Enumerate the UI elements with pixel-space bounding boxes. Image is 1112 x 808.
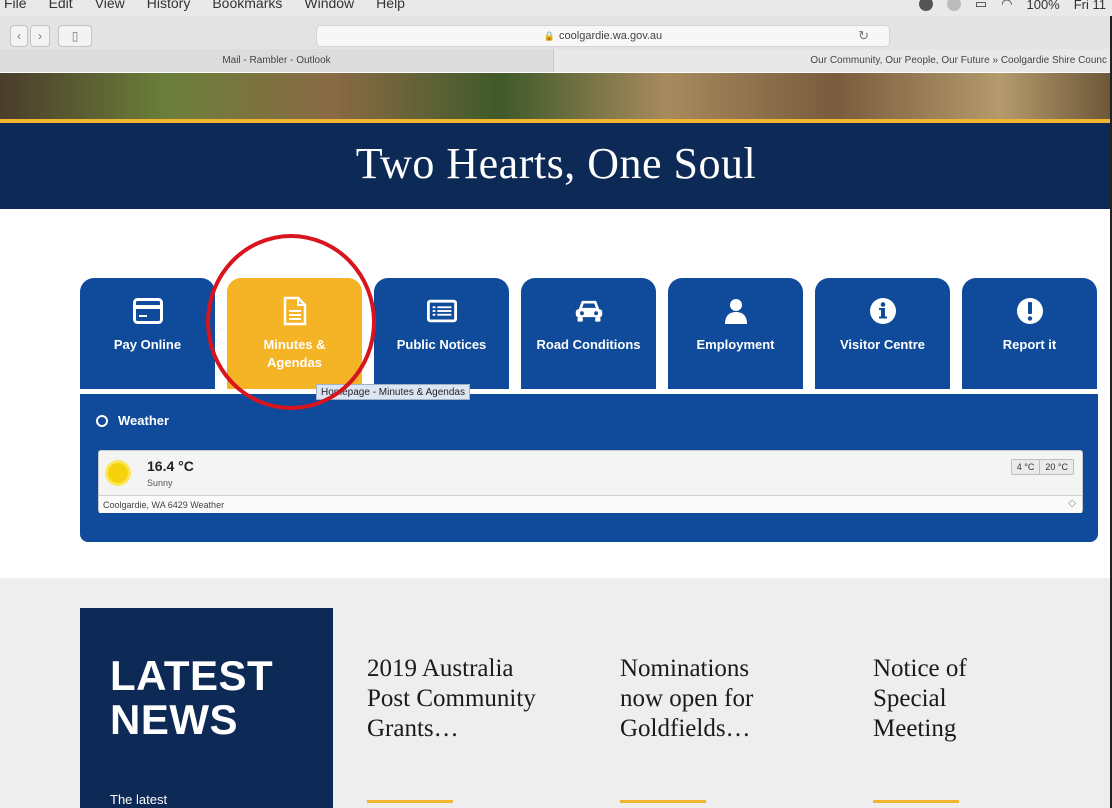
article-underline (367, 800, 453, 803)
weather-footer[interactable]: Coolgardie, WA 6429 Weather ◇ (99, 495, 1082, 513)
temperature-low: 4 °C (1011, 460, 1040, 474)
quick-link-label: Report it (1002, 337, 1057, 352)
news-article-title[interactable]: Nominations now open for Goldfields… (620, 654, 795, 744)
quick-link-road-conditions[interactable]: Road Conditions (521, 278, 656, 389)
address-bar[interactable]: 🔒 coolgardie.wa.gov.au ↻ (316, 25, 890, 47)
latest-news-panel: LATEST NEWS The latest (80, 608, 333, 808)
weather-location: Coolgardie, WA 6429 Weather (103, 499, 225, 510)
menu-edit[interactable]: Edit (49, 0, 73, 11)
menu-history[interactable]: History (147, 0, 191, 11)
menu-help[interactable]: Help (376, 0, 405, 11)
page-tagline: Two Hearts, One Soul (355, 138, 757, 188)
weather-condition: Sunny (147, 478, 173, 488)
forward-button[interactable]: › (30, 25, 50, 47)
menu-bookmarks[interactable]: Bookmarks (212, 0, 282, 11)
exclamation-icon (1015, 296, 1045, 326)
wifi-icon[interactable]: ◠ (1001, 0, 1012, 12)
tagline-banner: Two Hearts, One Soul (0, 123, 1112, 209)
credit-card-icon (132, 296, 163, 326)
tab-coolgardie[interactable]: Our Community, Our People, Our Future » … (554, 49, 1112, 72)
weather-temperature: 16.4 °C (147, 458, 194, 474)
quick-link-public-notices[interactable]: Public Notices (374, 278, 509, 389)
mac-menu-bar: File Edit View History Bookmarks Window … (0, 0, 1112, 16)
article-underline (873, 800, 959, 803)
lock-icon: 🔒 (543, 30, 556, 41)
quick-link-label: Visitor Centre (839, 337, 925, 352)
news-article[interactable]: Notice of Special Meeting (873, 654, 1083, 803)
chevron-left-icon: ‹ (17, 29, 21, 43)
quick-link-label: Public Notices (396, 337, 487, 352)
heading-line: NEWS (110, 696, 238, 743)
weather-widget: Weather 16.4 °C Sunny 4 °C 20 °C Coolgar… (80, 394, 1098, 542)
info-icon (868, 296, 898, 326)
weather-heading: Weather (118, 413, 170, 428)
menu-view[interactable]: View (95, 0, 125, 11)
sidebar-toggle-button[interactable]: ▯ (58, 25, 92, 47)
article-underline (620, 800, 706, 803)
highlight-circle (206, 234, 376, 410)
airplay-icon[interactable]: ▭ (975, 0, 987, 12)
weather-ring-icon (96, 414, 108, 427)
weather-card[interactable]: 16.4 °C Sunny 4 °C 20 °C Coolgardie, WA … (98, 450, 1083, 513)
quick-link-visitor-centre[interactable]: Visitor Centre (815, 278, 950, 389)
location-pin-icon: ◇ (1068, 498, 1076, 509)
quick-link-label: Pay Online (113, 337, 182, 352)
weather-header: Weather (96, 413, 169, 428)
news-article-title[interactable]: 2019 Australia Post Community Grants… (367, 654, 557, 744)
news-article[interactable]: 2019 Australia Post Community Grants… (367, 654, 577, 803)
quick-link-report-it[interactable]: Report it (962, 278, 1097, 389)
news-article[interactable]: Nominations now open for Goldfields… (620, 654, 830, 803)
temperature-high: 20 °C (1039, 460, 1073, 474)
car-icon (574, 296, 604, 326)
status-icon[interactable] (918, 0, 933, 11)
heading-line: LATEST (110, 652, 274, 699)
back-button[interactable]: ‹ (10, 25, 28, 47)
clock[interactable]: Fri 11 (1074, 0, 1106, 12)
quick-link-label: Employment (696, 337, 775, 352)
person-icon (721, 296, 751, 326)
tab-mail[interactable]: Mail - Rambler - Outlook (0, 49, 554, 72)
temperature-range: 4 °C 20 °C (1010, 459, 1074, 475)
quick-link-employment[interactable]: Employment (668, 278, 803, 389)
tab-bar: Mail - Rambler - Outlook Our Community, … (0, 49, 1112, 72)
menu-file[interactable]: File (4, 0, 27, 11)
browser-toolbar: ‹ › ▯ 🔒 coolgardie.wa.gov.au ↻ Mail - Ra… (0, 16, 1112, 72)
quick-link-label: Road Conditions (536, 337, 641, 352)
latest-news-heading: LATEST NEWS (110, 654, 273, 742)
quick-link-pay-online[interactable]: Pay Online (80, 278, 215, 389)
reload-icon[interactable]: ↻ (858, 28, 869, 44)
hero-image (0, 73, 1112, 119)
url-text: coolgardie.wa.gov.au (559, 30, 663, 42)
status-icon[interactable] (946, 0, 961, 11)
chevron-right-icon: › (38, 29, 42, 43)
latest-news-subtext: The latest (110, 792, 168, 807)
menu-window[interactable]: Window (304, 0, 354, 11)
sun-icon (108, 463, 128, 483)
battery-percent[interactable]: 100% (1026, 0, 1059, 12)
sidebar-icon: ▯ (71, 29, 79, 43)
news-article-title[interactable]: Notice of Special Meeting (873, 654, 1003, 744)
list-icon (426, 296, 457, 326)
